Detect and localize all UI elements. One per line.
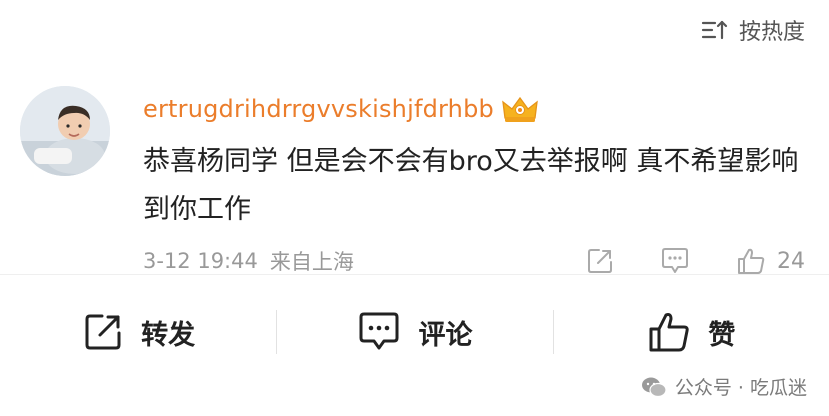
- wechat-icon: [641, 377, 667, 397]
- comment-meta: 3-12 19:44 来自上海 24: [143, 241, 805, 281]
- like-button[interactable]: 赞: [552, 300, 829, 364]
- repost-label: 转发: [141, 319, 196, 351]
- comment-timestamp: 3-12 19:44: [143, 249, 258, 273]
- comment-icon: [662, 248, 688, 273]
- comment-like-button[interactable]: 24: [735, 246, 805, 276]
- watermark-text: 公众号 · 吃瓜迷: [674, 377, 807, 399]
- comment-reply-button[interactable]: [659, 246, 691, 276]
- like-count: 24: [777, 248, 805, 274]
- comment-repost-button[interactable]: [585, 246, 615, 276]
- crown-badge-icon: [502, 96, 538, 122]
- share-icon: [588, 249, 612, 273]
- comment-label: 评论: [418, 319, 473, 351]
- watermark: 公众号 · 吃瓜迷: [641, 373, 807, 400]
- repost-button[interactable]: 转发: [0, 300, 276, 364]
- share-icon: [85, 314, 121, 350]
- like-label: 赞: [708, 319, 736, 351]
- divider: [0, 274, 829, 275]
- bottom-action-bar: 转发 评论 赞: [0, 300, 829, 364]
- comment-text: 恭喜杨同学 但是会不会有bro又去举报啊 真不希望影响到你工作: [143, 146, 799, 225]
- comment-icon: [359, 312, 399, 350]
- comment-source: 来自上海: [269, 250, 354, 274]
- avatar[interactable]: [20, 86, 110, 176]
- thumbs-up-icon: [738, 248, 765, 274]
- sort-toggle[interactable]: 按热度: [701, 14, 805, 46]
- sort-icon: [701, 20, 728, 40]
- username-link[interactable]: ertrugdrihdrrgvvskishjfdrhbb: [143, 95, 494, 123]
- comment-button[interactable]: 评论: [276, 300, 552, 364]
- sort-label: 按热度: [738, 20, 805, 45]
- thumbs-up-icon: [649, 313, 689, 352]
